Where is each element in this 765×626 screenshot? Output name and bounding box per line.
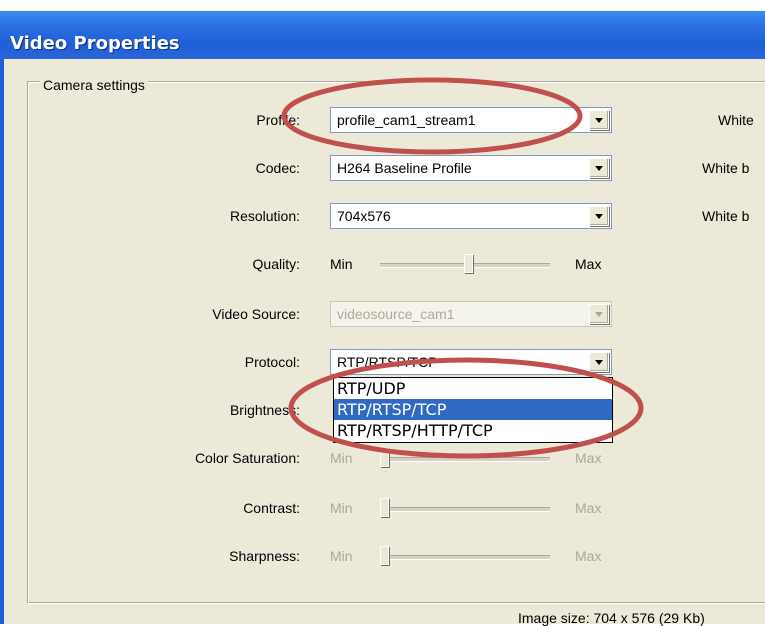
sharpness-slider: Min Max — [330, 544, 615, 570]
color-saturation-slider-track — [380, 457, 550, 462]
video-properties-window: Video Properties Camera settings Profile… — [0, 0, 765, 626]
contrast-slider: Min Max — [330, 496, 615, 522]
chevron-down-icon — [595, 214, 603, 219]
protocol-option-rtp-rtsp-tcp[interactable]: RTP/RTSP/TCP — [334, 399, 612, 420]
camera-settings-legend: Camera settings — [40, 77, 148, 93]
video-source-combo: videosource_cam1 — [330, 301, 612, 327]
resolution-label: Resolution: — [229, 208, 300, 224]
resolution-dropdown-button[interactable] — [589, 206, 609, 226]
window-title: Video Properties — [10, 33, 180, 54]
chevron-down-icon — [595, 360, 603, 365]
sharpness-max-label: Max — [575, 548, 602, 564]
profile-dropdown-button[interactable] — [589, 110, 609, 130]
brightness-label: Brightness: — [229, 402, 300, 418]
quality-label: Quality: — [252, 256, 300, 272]
white-balance-label-2: White b — [702, 160, 750, 176]
codec-dropdown-button[interactable] — [589, 158, 609, 178]
protocol-dropdown-list[interactable]: RTP/UDP RTP/RTSP/TCP RTP/RTSP/HTTP/TCP — [333, 377, 613, 443]
profile-value: profile_cam1_stream1 — [337, 112, 476, 128]
chevron-down-icon — [595, 312, 603, 317]
white-balance-label-1: White — [718, 112, 754, 128]
codec-label: Codec: — [255, 160, 300, 176]
chevron-down-icon — [595, 118, 603, 123]
protocol-value: RTP/RTSP/TCP — [337, 354, 438, 370]
protocol-dropdown-button[interactable] — [589, 352, 609, 372]
sharpness-label: Sharpness: — [229, 548, 300, 564]
codec-value: H264 Baseline Profile — [337, 160, 472, 176]
quality-slider-thumb[interactable] — [463, 254, 473, 273]
quality-max-label: Max — [575, 256, 602, 272]
color-saturation-label: Color Saturation: — [194, 450, 300, 466]
contrast-min-label: Min — [330, 500, 353, 516]
video-source-dropdown-button — [589, 304, 609, 324]
video-source-value: videosource_cam1 — [337, 306, 455, 322]
chevron-down-icon — [595, 166, 603, 171]
profile-combo[interactable]: profile_cam1_stream1 — [330, 107, 612, 133]
color-saturation-max-label: Max — [575, 450, 602, 466]
profile-label: Profile: — [256, 112, 300, 128]
quality-slider[interactable]: Min Max — [330, 252, 615, 278]
resolution-combo[interactable]: 704x576 — [330, 203, 612, 229]
protocol-option-rtp-rtsp-http-tcp[interactable]: RTP/RTSP/HTTP/TCP — [334, 420, 612, 441]
contrast-max-label: Max — [575, 500, 602, 516]
protocol-label: Protocol: — [244, 354, 300, 370]
sharpness-slider-track — [380, 555, 550, 560]
codec-combo[interactable]: H264 Baseline Profile — [330, 155, 612, 181]
color-saturation-min-label: Min — [330, 450, 353, 466]
color-saturation-slider-thumb — [380, 448, 389, 467]
contrast-slider-thumb — [380, 498, 389, 517]
contrast-slider-track — [380, 507, 550, 512]
sharpness-min-label: Min — [330, 548, 353, 564]
title-bar[interactable]: Video Properties — [0, 11, 765, 59]
sharpness-slider-thumb — [380, 546, 389, 565]
white-balance-label-3: White b — [702, 208, 750, 224]
protocol-combo[interactable]: RTP/RTSP/TCP — [330, 349, 612, 375]
color-saturation-slider: Min Max — [330, 446, 615, 472]
video-source-label: Video Source: — [212, 306, 300, 322]
contrast-label: Contrast: — [243, 500, 300, 516]
protocol-option-rtp-udp[interactable]: RTP/UDP — [334, 378, 612, 399]
quality-min-label: Min — [330, 256, 353, 272]
resolution-value: 704x576 — [337, 208, 391, 224]
